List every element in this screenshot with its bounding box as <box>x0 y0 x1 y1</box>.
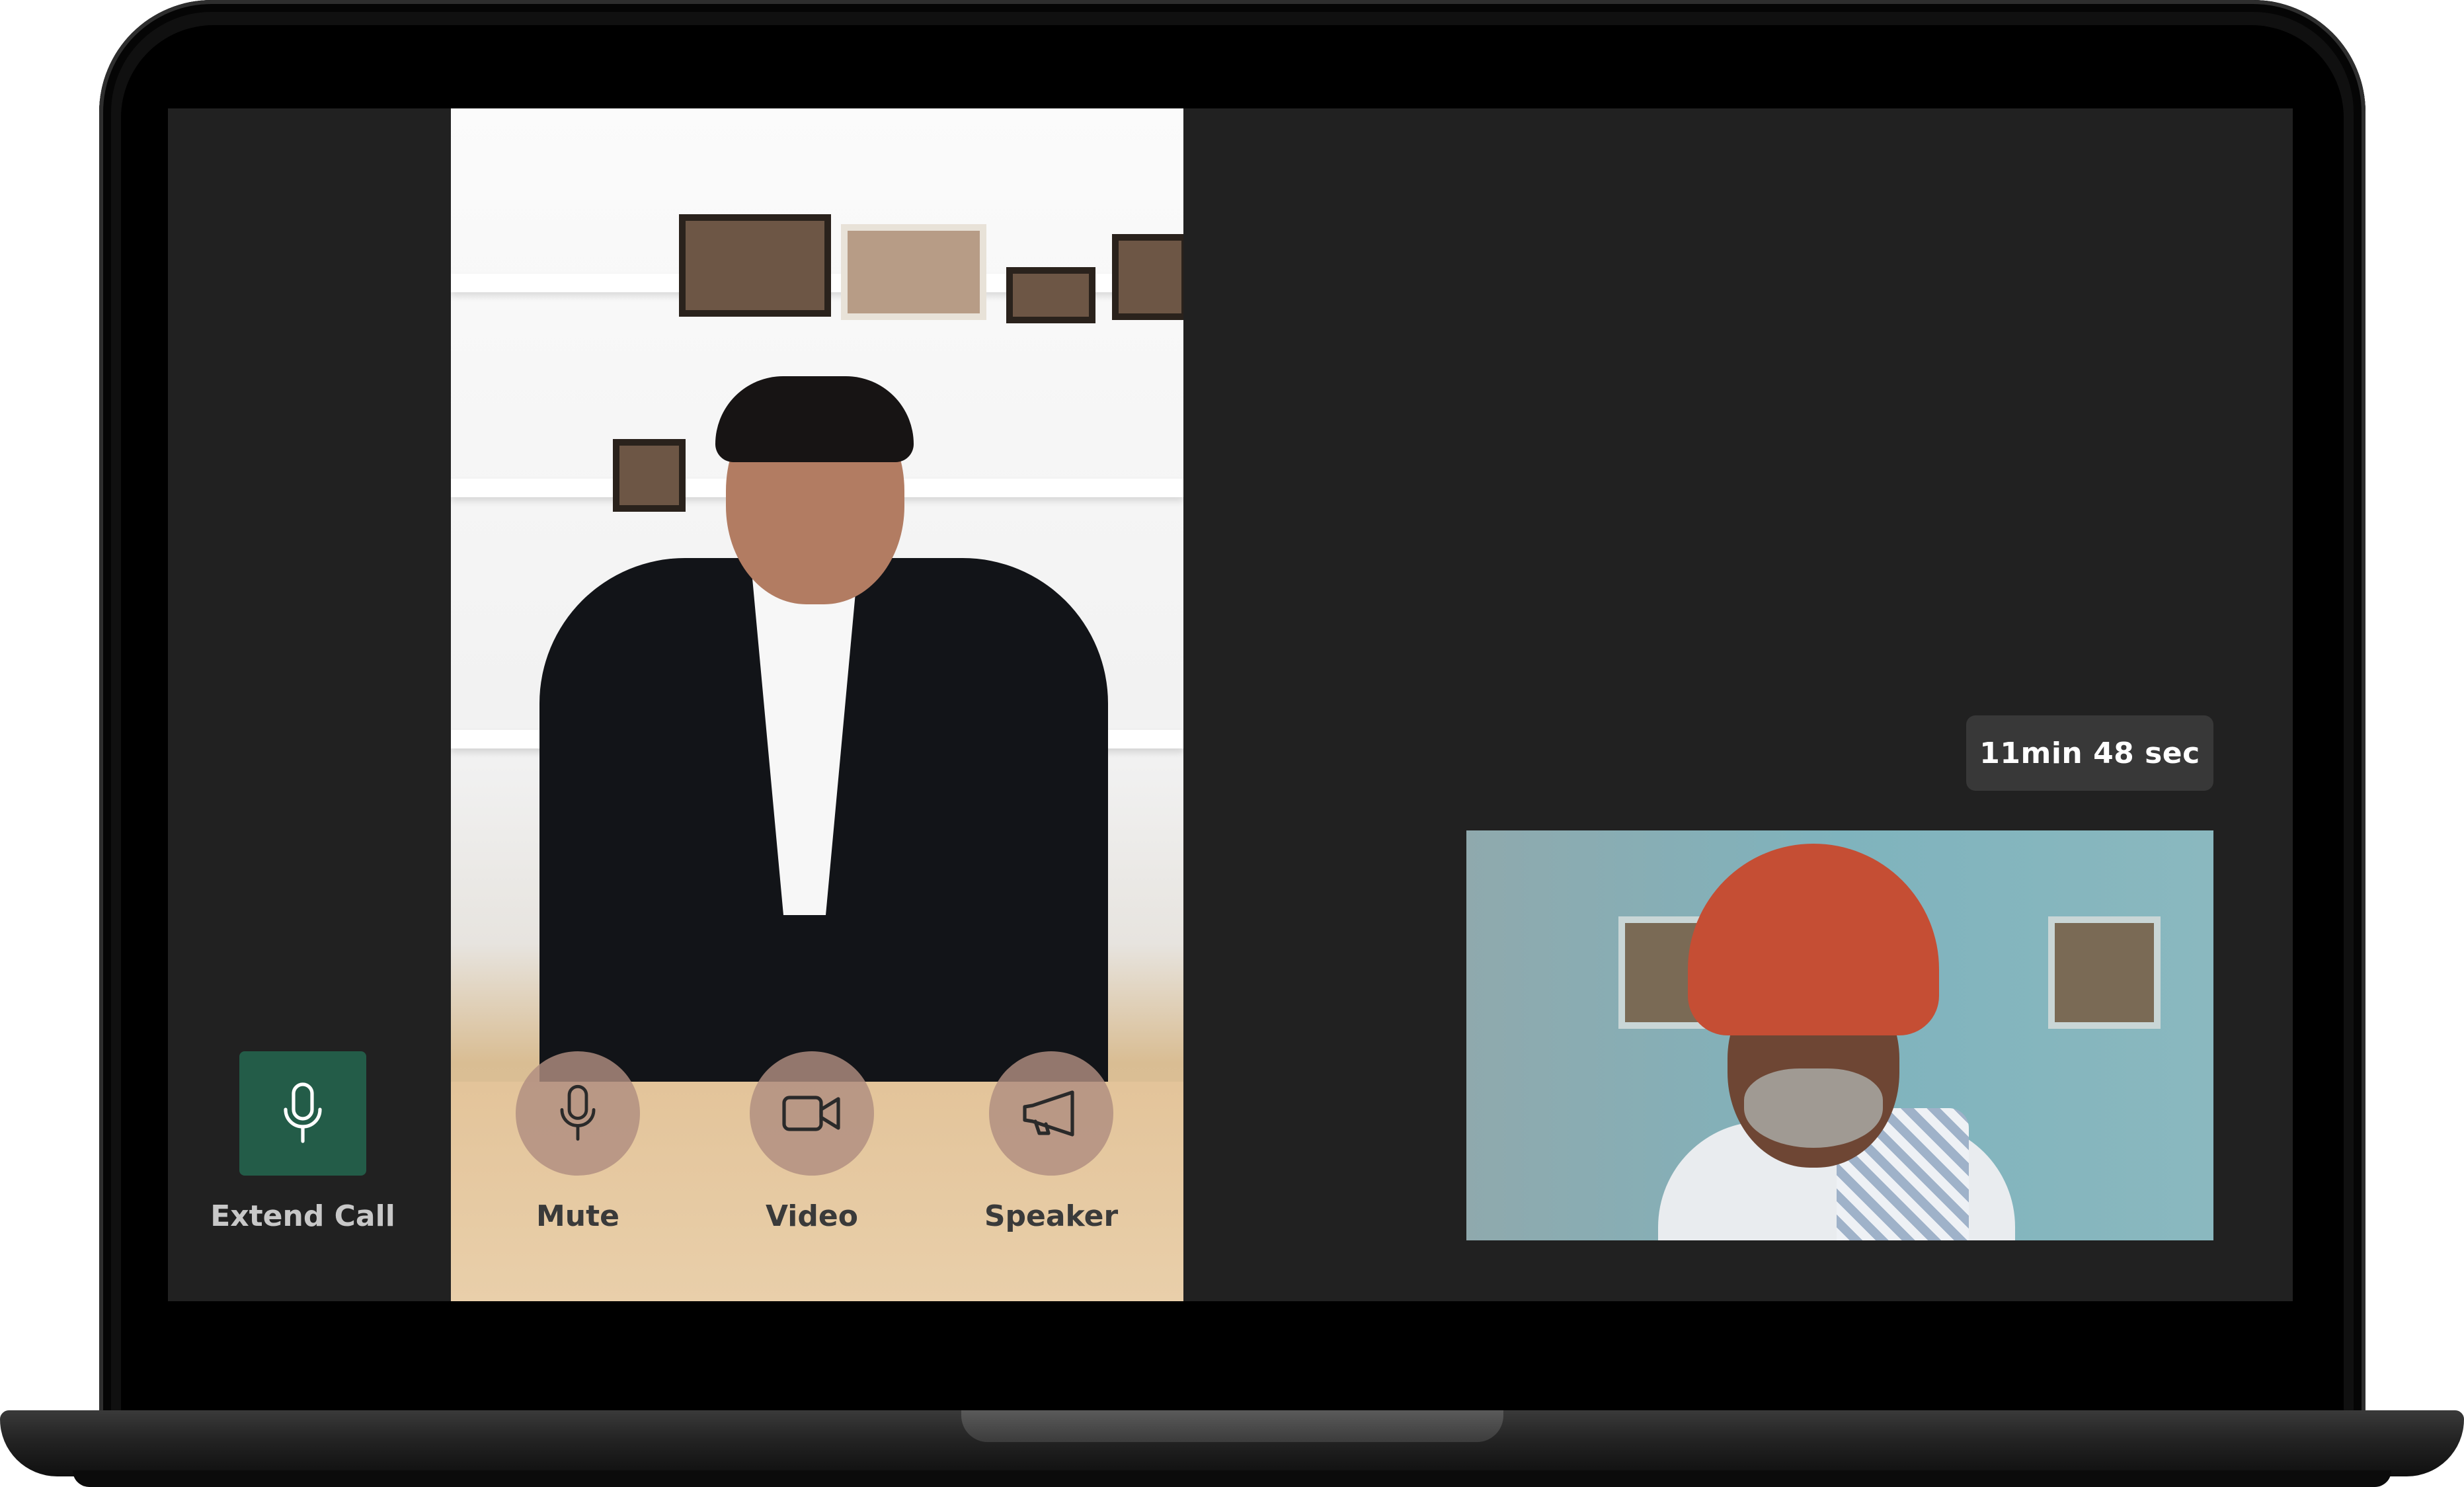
video-label: Video <box>766 1199 858 1233</box>
speaker-control: Speaker <box>959 1051 1144 1233</box>
person-turban <box>1688 844 1939 1035</box>
photo-frame <box>679 214 831 317</box>
wall-window <box>2048 916 2161 1029</box>
laptop-base-shadow <box>73 1470 2391 1487</box>
megaphone-icon <box>1019 1087 1083 1140</box>
mute-control: Mute <box>485 1051 670 1233</box>
extend-call-control: Extend Call <box>210 1051 395 1233</box>
microphone-icon <box>553 1082 602 1145</box>
self-view-video <box>1466 830 2213 1240</box>
laptop-notch <box>961 1410 1503 1442</box>
person-hair <box>715 376 914 462</box>
video-control: Video <box>719 1051 904 1233</box>
extend-call-button[interactable] <box>239 1051 366 1176</box>
microphone-icon <box>276 1080 329 1146</box>
mute-button[interactable] <box>516 1051 640 1176</box>
extend-call-label: Extend Call <box>210 1199 395 1233</box>
photo-frame <box>613 439 686 512</box>
video-camera-icon <box>780 1090 844 1137</box>
person-beard <box>1744 1068 1883 1148</box>
video-call-screen: 11min 48 sec Extend Call Mute Video Spea… <box>168 108 2293 1301</box>
video-button[interactable] <box>750 1051 874 1176</box>
speaker-button[interactable] <box>989 1051 1113 1176</box>
photo-frame <box>1006 267 1095 323</box>
laptop-mockup: 11min 48 sec Extend Call Mute Video Spea… <box>0 0 2464 1487</box>
photo-frame <box>1112 234 1183 320</box>
speaker-label: Speaker <box>984 1199 1119 1233</box>
mute-label: Mute <box>536 1199 619 1233</box>
photo-frame <box>841 224 986 320</box>
call-timer: 11min 48 sec <box>1966 715 2213 791</box>
